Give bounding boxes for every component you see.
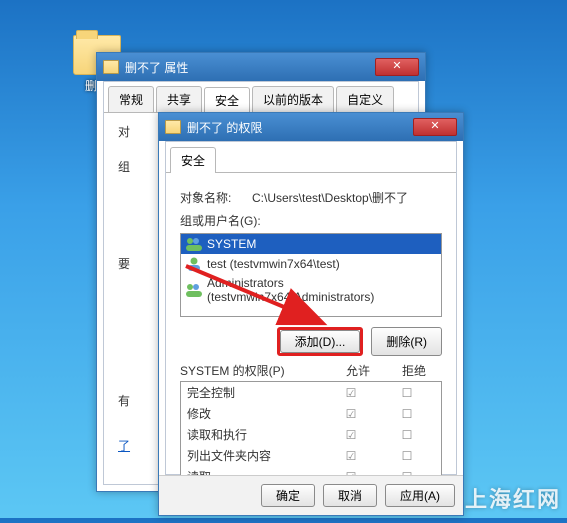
- user-icon: [185, 256, 203, 272]
- allow-checkbox[interactable]: ☑: [323, 428, 379, 442]
- perm-name: 完全控制: [187, 384, 323, 401]
- remove-button[interactable]: 删除(R): [371, 327, 442, 356]
- user-name: test (testvmwin7x64\test): [207, 257, 340, 271]
- deny-checkbox[interactable]: ☐: [379, 428, 435, 442]
- permissions-table: 完全控制☑☐ 修改☑☐ 读取和执行☑☐ 列出文件夹内容☑☐ 读取☑☐: [180, 381, 442, 488]
- allow-header: 允许: [330, 362, 386, 379]
- allow-checkbox[interactable]: ☑: [323, 386, 379, 400]
- allow-checkbox[interactable]: ☑: [323, 449, 379, 463]
- object-name-label: 对象名称:: [180, 189, 252, 206]
- users-icon: [185, 282, 203, 298]
- table-row: 列出文件夹内容☑☐: [181, 445, 441, 466]
- deny-checkbox[interactable]: ☐: [379, 386, 435, 400]
- tab-sharing[interactable]: 共享: [156, 86, 202, 112]
- apply-button[interactable]: 应用(A): [385, 484, 455, 507]
- table-row: 读取和执行☑☐: [181, 424, 441, 445]
- tab-previous[interactable]: 以前的版本: [252, 86, 334, 112]
- permissions-titlebar[interactable]: 删不了 的权限 ✕: [159, 113, 463, 141]
- close-button[interactable]: ✕: [413, 118, 457, 136]
- permissions-tabs: 安全: [166, 142, 456, 173]
- users-icon: [185, 236, 203, 252]
- permissions-window: 删不了 的权限 ✕ 安全 对象名称: C:\Users\test\Desktop…: [158, 112, 464, 516]
- object-path: C:\Users\test\Desktop\删不了: [252, 189, 408, 206]
- table-row: 完全控制☑☐: [181, 382, 441, 403]
- list-item[interactable]: Administrators (testvmwin7x64\Administra…: [181, 274, 441, 306]
- permissions-title: 删不了 的权限: [187, 119, 262, 136]
- truncated-link[interactable]: 了: [118, 437, 130, 454]
- properties-title: 删不了 属性: [125, 59, 188, 76]
- properties-tabs: 常规 共享 安全 以前的版本 自定义: [104, 82, 418, 113]
- cancel-button[interactable]: 取消: [323, 484, 377, 507]
- properties-titlebar[interactable]: 删不了 属性 ✕: [97, 53, 425, 81]
- perm-name: 列出文件夹内容: [187, 447, 323, 464]
- table-row: 修改☑☐: [181, 403, 441, 424]
- watermark: 上海红网: [465, 482, 561, 514]
- perm-name: 读取和执行: [187, 426, 323, 443]
- ok-button[interactable]: 确定: [261, 484, 315, 507]
- tab-security[interactable]: 安全: [204, 87, 250, 113]
- group-users-label: 组或用户名(G):: [180, 212, 442, 229]
- perm-name: 修改: [187, 405, 323, 422]
- add-button[interactable]: 添加(D)...: [280, 330, 361, 353]
- dialog-footer: 确定 取消 应用(A): [159, 475, 463, 515]
- folder-icon: [103, 60, 119, 74]
- tab-general[interactable]: 常规: [108, 86, 154, 112]
- tab-security[interactable]: 安全: [170, 147, 216, 173]
- deny-checkbox[interactable]: ☐: [379, 449, 435, 463]
- permissions-for-label: SYSTEM 的权限(P): [180, 362, 330, 379]
- folder-icon: [165, 120, 181, 134]
- deny-checkbox[interactable]: ☐: [379, 407, 435, 421]
- close-button[interactable]: ✕: [375, 58, 419, 76]
- user-name: Administrators (testvmwin7x64\Administra…: [207, 276, 437, 304]
- allow-checkbox[interactable]: ☑: [323, 407, 379, 421]
- list-item[interactable]: SYSTEM: [181, 234, 441, 254]
- users-listbox[interactable]: SYSTEM test (testvmwin7x64\test) Adminis…: [180, 233, 442, 317]
- list-item[interactable]: test (testvmwin7x64\test): [181, 254, 441, 274]
- deny-header: 拒绝: [386, 362, 442, 379]
- tab-custom[interactable]: 自定义: [336, 86, 394, 112]
- user-name: SYSTEM: [207, 237, 256, 251]
